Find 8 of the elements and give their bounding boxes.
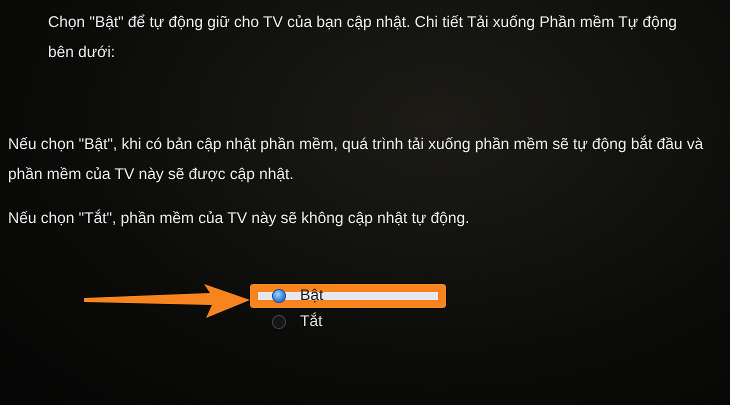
description-text: Nếu chọn "Bật", khi có bản cập nhật phần mềm, quá trình tải xuống phần mềm sẽ tự động bắt đầu và phần mềm của TV này sẽ được cập nhật.: [8, 134, 704, 185]
radio-icon: [272, 315, 286, 329]
description-text: Nếu chọn "Tắt", phần mềm của TV này sẽ không cập nhật tự động.: [8, 208, 470, 229]
radio-option[interactable]: Bật: [250, 284, 446, 308]
intro-text: Chọn "Bật" để tự động giữ cho TV của bạn cập nhật. Chi tiết Tải xuống Phần mềm Tự động bên dưới:: [47, 13, 678, 63]
radio-icon: [272, 289, 286, 303]
radio-option[interactable]: Tắt: [250, 310, 446, 334]
arrow-icon: [84, 284, 250, 318]
